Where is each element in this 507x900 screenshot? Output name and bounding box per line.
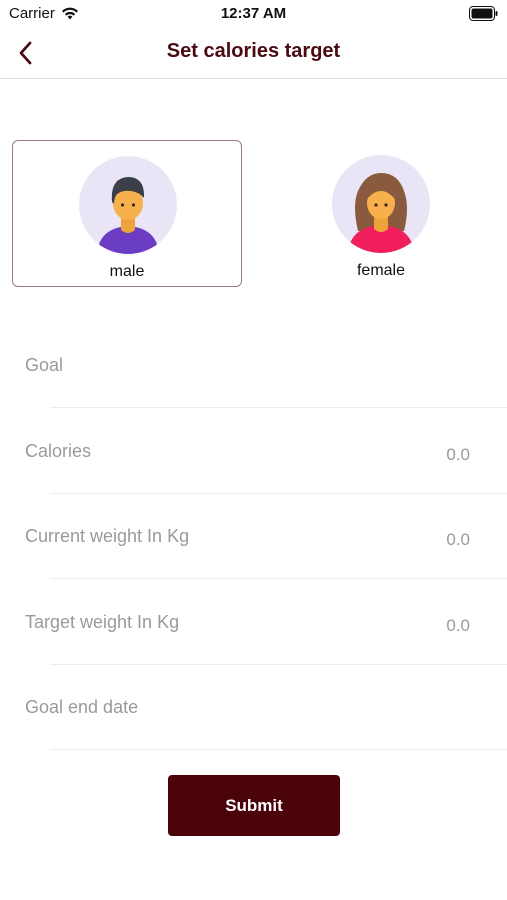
female-avatar-icon — [348, 173, 414, 253]
status-time: 12:37 AM — [220, 5, 287, 22]
nav-bar: Set calories target — [0, 30, 507, 79]
row-divider — [50, 749, 507, 750]
status-bar: Carrier 12:37 AM — [0, 0, 507, 30]
female-avatar — [332, 155, 430, 253]
gender-option-male[interactable]: male — [12, 140, 242, 287]
goal-row[interactable]: Goal — [0, 322, 507, 408]
goal-end-date-label: Goal end date — [25, 697, 139, 717]
calories-label: Calories — [25, 441, 92, 461]
target-weight-label: Target weight In Kg — [25, 612, 180, 632]
gender-label-male: male — [109, 263, 145, 280]
gender-option-female[interactable]: female — [266, 140, 496, 287]
goal-label: Goal — [25, 355, 64, 375]
current-weight-row[interactable]: Current weight In Kg 0.0 — [0, 493, 507, 579]
page-title: Set calories target — [166, 40, 341, 62]
male-avatar-icon — [97, 177, 159, 254]
goal-end-date-row[interactable]: Goal end date — [0, 664, 507, 750]
calories-row[interactable]: Calories 0.0 — [0, 408, 507, 494]
battery-icon — [469, 6, 498, 21]
gender-label-female: female — [356, 262, 406, 279]
male-avatar — [79, 156, 177, 254]
target-weight-value: 0.0 — [446, 616, 470, 635]
current-weight-value: 0.0 — [446, 530, 470, 549]
submit-button[interactable]: Submit — [168, 775, 340, 836]
current-weight-label: Current weight In Kg — [25, 526, 190, 546]
calories-value: 0.0 — [446, 445, 470, 464]
target-weight-row[interactable]: Target weight In Kg 0.0 — [0, 579, 507, 665]
